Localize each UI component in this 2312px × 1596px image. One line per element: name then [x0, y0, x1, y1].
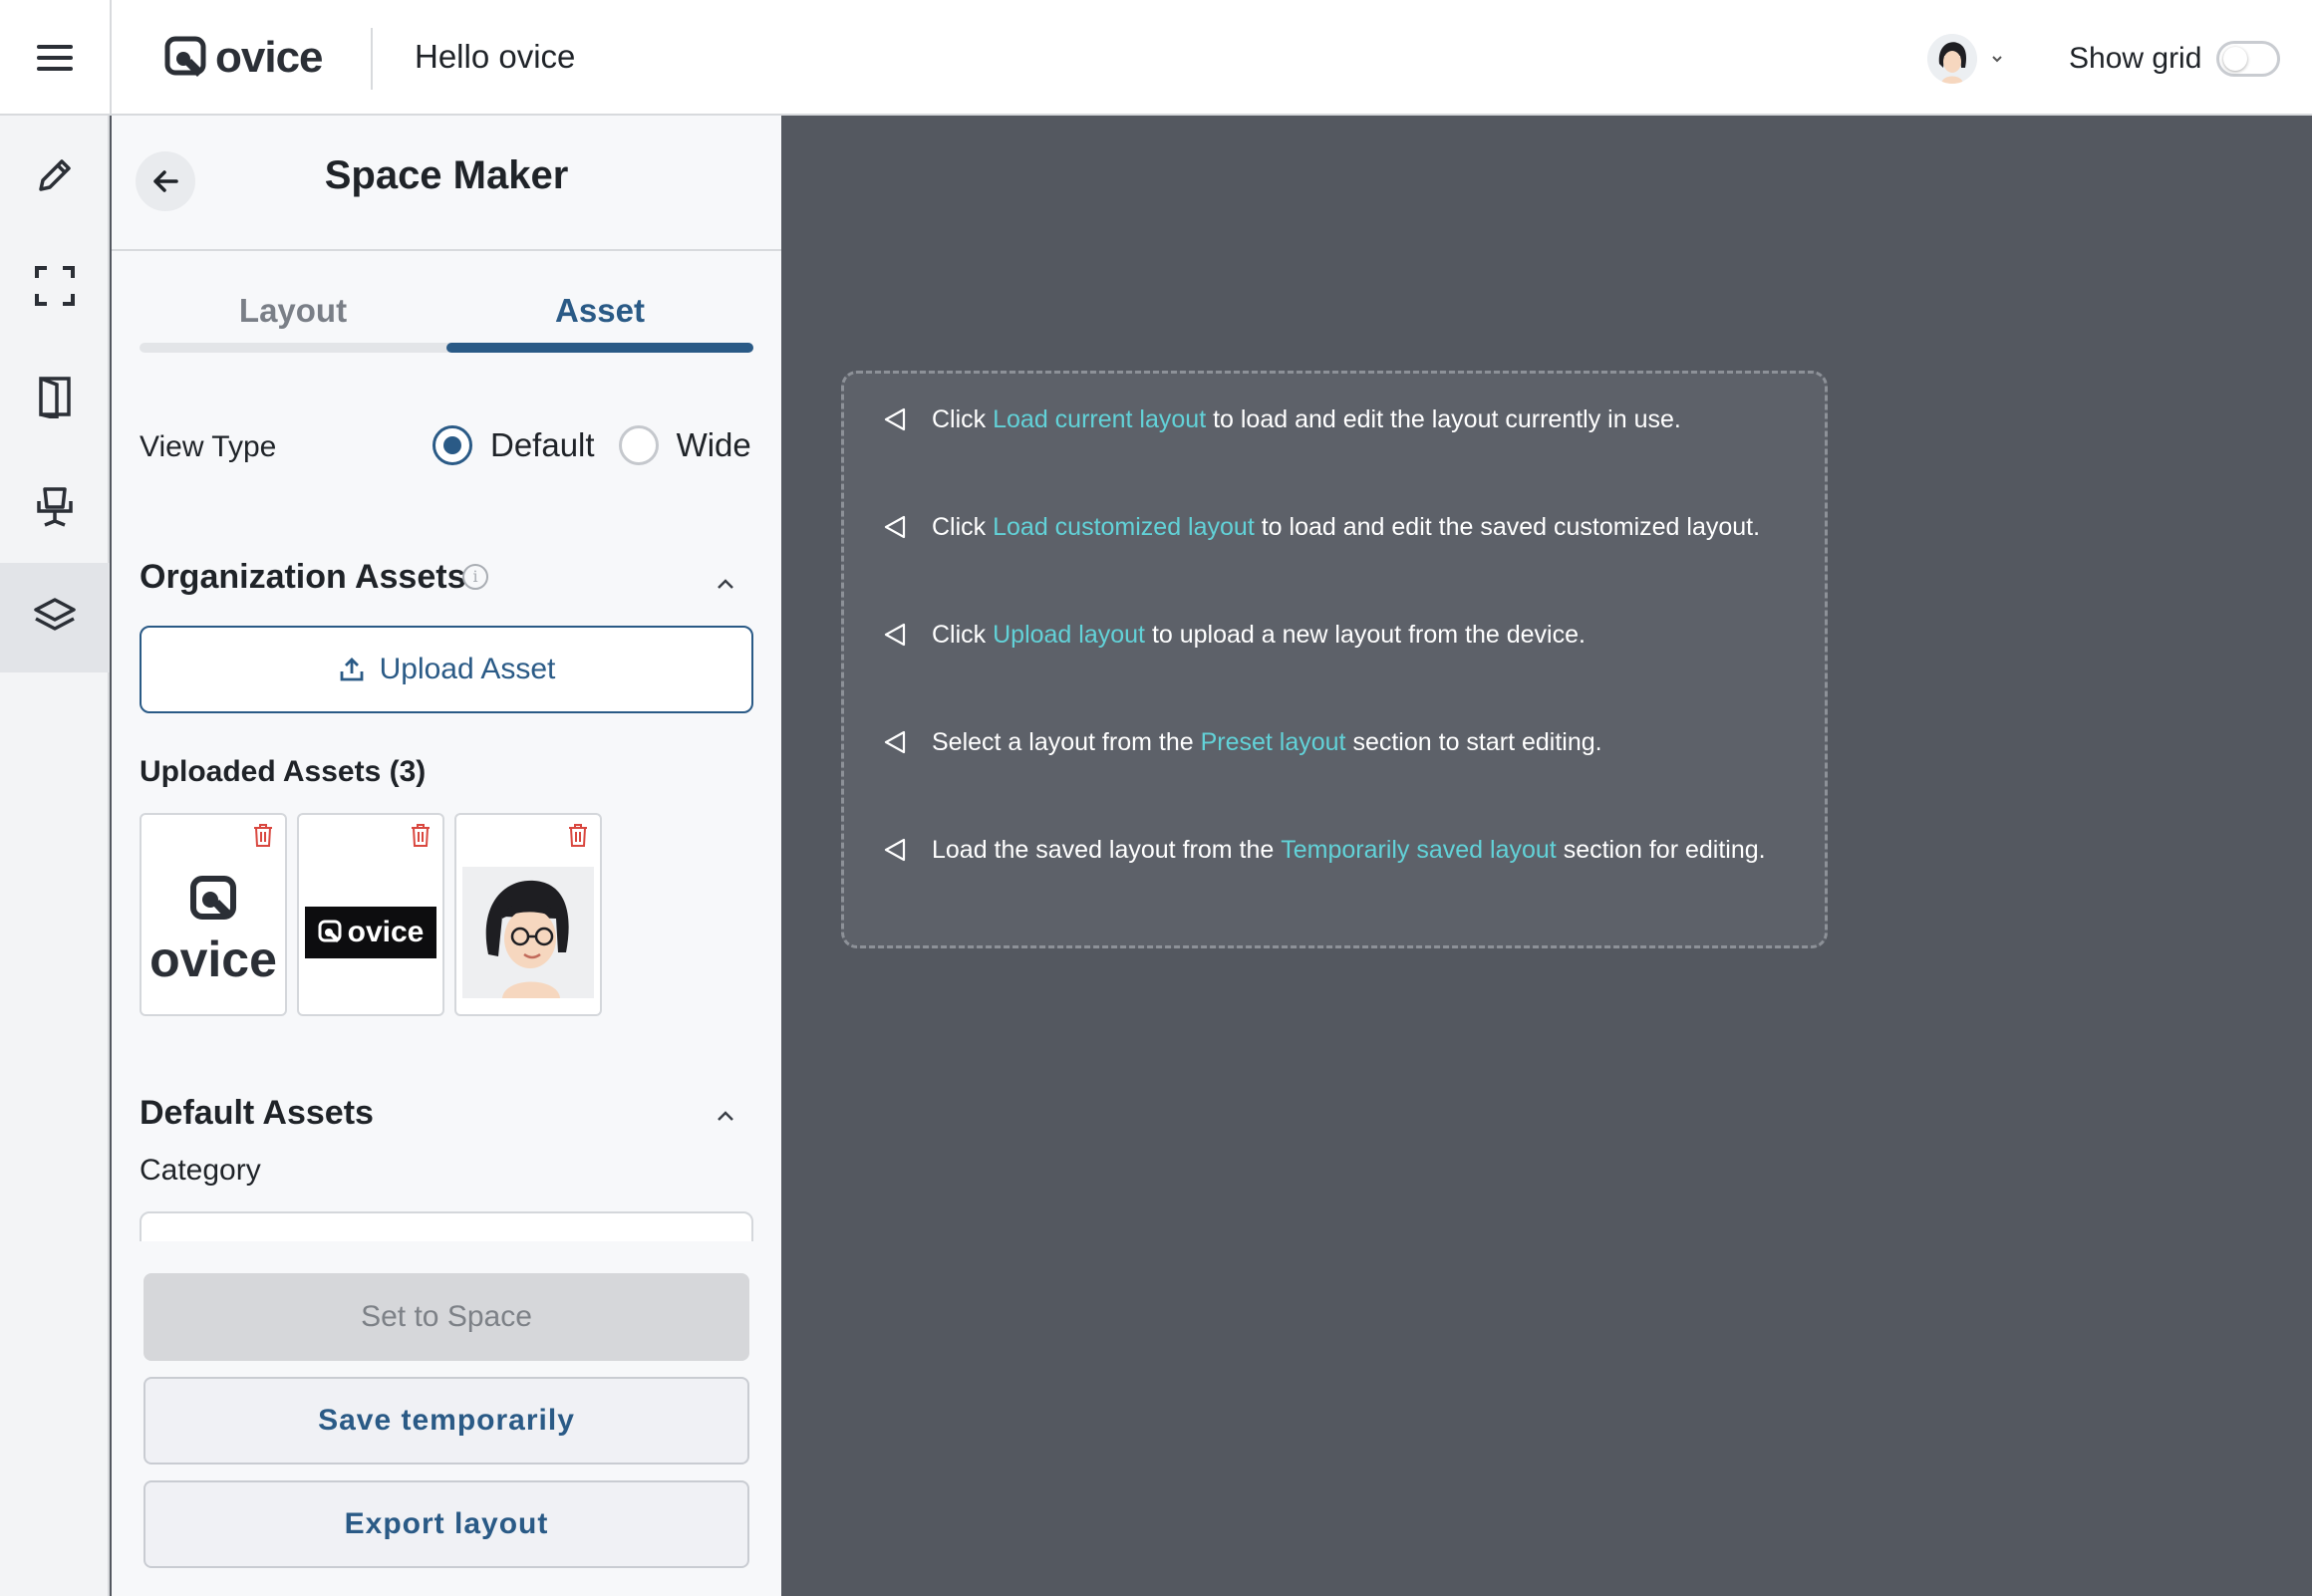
hint-text: to load and edit the saved customized la…	[1254, 512, 1761, 541]
header-divider	[110, 0, 112, 116]
ovice-logo[interactable]: ovice	[163, 32, 324, 84]
triangle-left-icon	[884, 730, 906, 754]
header-separator	[371, 28, 373, 90]
show-grid-label: Show grid	[2069, 42, 2202, 75]
hint-row: Load the saved layout from the Temporari…	[882, 830, 1766, 870]
toggle-knob	[2223, 47, 2247, 71]
hint-row: Select a layout from the Preset layout s…	[882, 722, 1602, 762]
chair-icon	[37, 487, 73, 527]
upload-layout-link[interactable]: Upload layout	[993, 621, 1145, 650]
hint-row: Click Upload layout to upload a new layo…	[882, 615, 1586, 655]
triangle-left-icon	[884, 838, 906, 862]
radio-wide[interactable]	[618, 425, 659, 465]
hint-text: to load and edit the layout currently in…	[1206, 404, 1681, 433]
uploaded-assets-list: ovice ovice	[140, 813, 602, 1016]
default-assets-title: Default Assets	[140, 1094, 374, 1132]
hint-text: Click	[932, 620, 994, 649]
tool-rail	[0, 116, 110, 1596]
user-menu[interactable]	[1927, 34, 2013, 84]
rail-item-edit[interactable]	[0, 121, 110, 230]
hint-text: Click	[932, 404, 994, 433]
rail-item-furniture[interactable]	[0, 452, 110, 562]
rail-item-assets[interactable]	[0, 563, 110, 672]
rail-item-fullscreen[interactable]	[0, 231, 110, 341]
svg-text:ovice: ovice	[149, 931, 277, 987]
rail-item-door[interactable]	[0, 342, 110, 451]
panel-footer: Set to Space Save temporarily Export lay…	[112, 1241, 781, 1596]
save-temporarily-button[interactable]: Save temporarily	[144, 1377, 749, 1464]
view-type-label: View Type	[140, 430, 277, 463]
space-maker-panel: Space Maker Layout Asset View Type Defau…	[112, 116, 781, 1596]
hint-text: Select a layout from the	[932, 727, 1201, 756]
page-greeting: Hello ovice	[415, 38, 576, 75]
radio-default-label: Default	[490, 426, 595, 463]
org-assets-title: Organization Assets	[140, 558, 466, 596]
layers-icon	[34, 598, 76, 631]
temporarily-saved-layout-link[interactable]: Temporarily saved layout	[1281, 836, 1557, 865]
triangle-left-icon	[884, 623, 906, 647]
asset-image-ovice-banner: ovice	[305, 855, 436, 1010]
menu-button[interactable]	[0, 0, 110, 116]
hint-text: to upload a new layout from the device.	[1145, 620, 1586, 649]
info-icon[interactable]: i	[462, 564, 488, 590]
asset-image-ovice-square: ovice	[147, 855, 279, 1010]
top-bar: ovice Hello ovice Show grid	[0, 0, 2312, 116]
trash-icon[interactable]	[249, 821, 277, 849]
load-current-layout-link[interactable]: Load current layout	[993, 405, 1206, 434]
set-to-space-button[interactable]: Set to Space	[144, 1273, 749, 1361]
asset-image-character	[462, 855, 594, 1010]
instructions-box: Click Load current layout to load and ed…	[841, 371, 1828, 948]
chevron-up-icon[interactable]	[712, 570, 739, 598]
hint-text: section to start editing.	[1345, 727, 1602, 756]
asset-banner-text: ovice	[347, 916, 425, 948]
radio-default[interactable]	[433, 425, 472, 465]
trash-icon[interactable]	[407, 821, 434, 849]
chevron-up-icon[interactable]	[712, 1102, 739, 1130]
hint-row: Click Load customized layout to load and…	[882, 507, 1760, 547]
logo-text: ovice	[215, 33, 324, 82]
trash-icon[interactable]	[564, 821, 592, 849]
chevron-down-icon	[1992, 56, 2002, 63]
upload-asset-button[interactable]: Upload Asset	[140, 626, 753, 713]
tab-indicator	[446, 343, 753, 353]
category-label: Category	[140, 1154, 261, 1187]
triangle-left-icon	[884, 407, 906, 431]
asset-card[interactable]: ovice	[297, 813, 444, 1016]
panel-header: Space Maker	[112, 116, 781, 251]
avatar	[1927, 34, 1977, 84]
fullscreen-icon	[35, 266, 75, 306]
pencil-icon	[39, 159, 71, 191]
upload-icon	[340, 658, 364, 681]
triangle-left-icon	[884, 515, 906, 539]
uploaded-assets-label: Uploaded Assets (3)	[140, 755, 427, 788]
export-layout-button[interactable]: Export layout	[144, 1480, 749, 1568]
door-icon	[39, 377, 71, 418]
load-customized-layout-link[interactable]: Load customized layout	[993, 513, 1255, 542]
hint-text: section for editing.	[1556, 835, 1766, 864]
hamburger-icon	[37, 45, 73, 71]
view-type-radio-group: Default Wide	[433, 422, 751, 468]
panel-tabs: Layout Asset	[140, 281, 753, 371]
radio-wide-label: Wide	[676, 426, 751, 463]
asset-card[interactable]	[454, 813, 602, 1016]
show-grid-toggle[interactable]	[2216, 41, 2280, 77]
asset-card[interactable]: ovice	[140, 813, 287, 1016]
hint-text: Click	[932, 512, 994, 541]
preset-layout-link[interactable]: Preset layout	[1201, 728, 1346, 757]
layout-canvas[interactable]: Click Load current layout to load and ed…	[781, 116, 2312, 1596]
panel-title: Space Maker	[324, 153, 569, 197]
hint-row: Click Load current layout to load and ed…	[882, 399, 1681, 439]
hint-text: Load the saved layout from the	[932, 835, 1282, 864]
ovice-logo-icon	[164, 36, 206, 77]
upload-asset-label: Upload Asset	[379, 653, 556, 685]
